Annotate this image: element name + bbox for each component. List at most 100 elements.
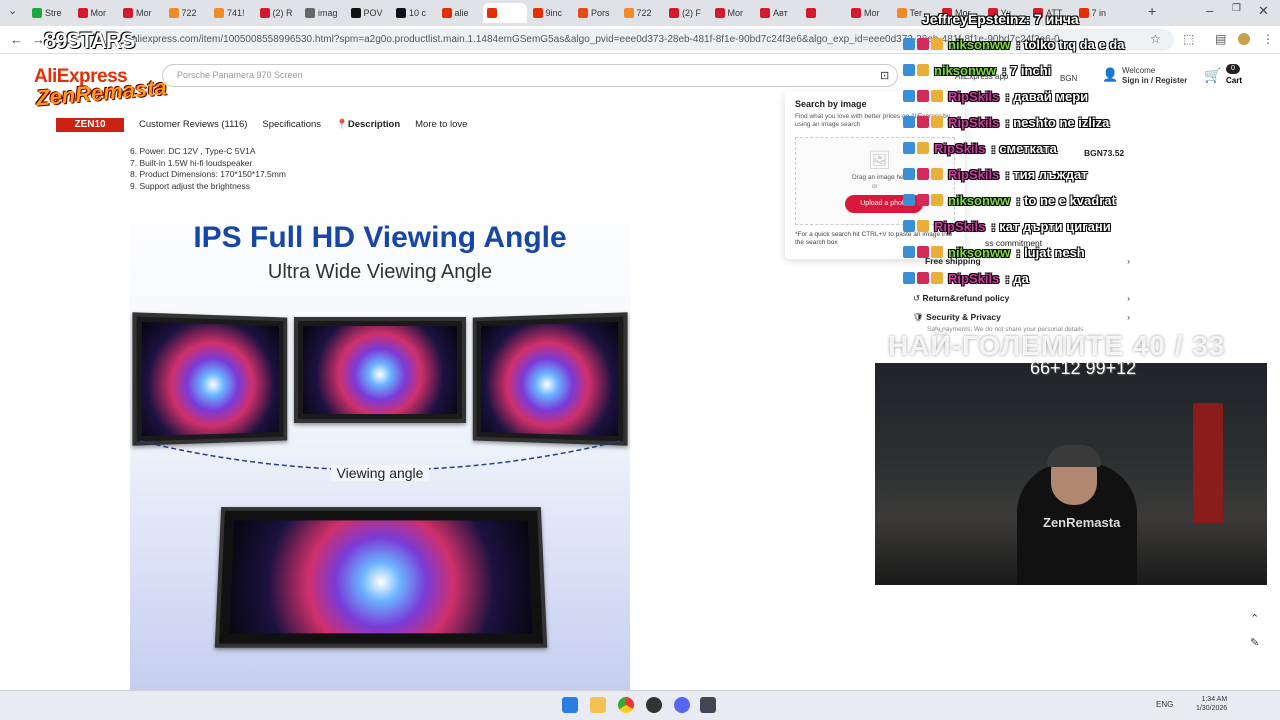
scroll-top-icon[interactable]: ⌃ bbox=[1250, 612, 1259, 625]
tab-favicon-icon bbox=[669, 8, 679, 18]
chat-message: RipSkils: давай мери bbox=[903, 86, 1088, 106]
browser-tab[interactable]: 722 bbox=[620, 3, 664, 23]
browser-tab[interactable]: imag bbox=[301, 3, 345, 23]
security-row[interactable]: 🛡 Security & Privacy › bbox=[905, 312, 1130, 323]
tab-search-icon[interactable]: ⌄ bbox=[8, 4, 17, 17]
chat-text: : to ne e kvadrat bbox=[1016, 192, 1116, 208]
tab-label: (2) F bbox=[682, 8, 701, 18]
tab-label: alie bbox=[454, 8, 469, 18]
minimize-button[interactable]: – bbox=[1206, 3, 1213, 18]
browser-tab[interactable] bbox=[802, 3, 846, 23]
tab-label: POV bbox=[363, 8, 383, 18]
chat-badge-icon bbox=[903, 168, 915, 180]
start-icon[interactable] bbox=[562, 697, 578, 713]
chat-username: niksonww bbox=[948, 36, 1011, 52]
browser-tab[interactable]: (2) F bbox=[665, 3, 709, 23]
product-nav: Customer Reviews (1116) Specifications 📍… bbox=[139, 119, 467, 130]
tab-label: Stre bbox=[45, 8, 62, 18]
file-explorer-icon[interactable] bbox=[590, 697, 606, 713]
browser-tab[interactable]: Mor bbox=[847, 3, 891, 23]
popup-title: Search by image bbox=[795, 99, 867, 109]
tab-label: 722 bbox=[181, 8, 197, 18]
chat-badge-icon bbox=[931, 116, 943, 128]
chrome-icon[interactable] bbox=[618, 697, 634, 713]
tab-customer-reviews[interactable]: Customer Reviews (1116) bbox=[139, 119, 247, 130]
chat-badge-icon bbox=[917, 116, 929, 128]
browser-tab[interactable]: alie bbox=[438, 3, 482, 23]
tab-label: Mor bbox=[90, 8, 107, 18]
chat-badge-icon bbox=[931, 194, 943, 206]
edit-icon[interactable]: ✎ bbox=[1250, 636, 1259, 649]
close-window-button[interactable]: ✕ bbox=[1258, 3, 1269, 19]
chat-overlay: niksonww: tolko trq da e da niksonww: 7 i… bbox=[903, 34, 1280, 294]
tab-favicon-icon bbox=[77, 8, 88, 18]
chat-message: niksonww: 7 inchi bbox=[903, 60, 1051, 80]
return-policy-row[interactable]: ↺ Return&refund policy › bbox=[905, 293, 1130, 304]
browser-tab[interactable]: Mor bbox=[119, 3, 163, 23]
tab-favicon-icon bbox=[532, 8, 543, 18]
overlay-score: 66+12 99+12 bbox=[1030, 358, 1137, 378]
browser-tab[interactable]: (2) R bbox=[256, 3, 300, 23]
clock-date: 1/30/2026 bbox=[1196, 705, 1228, 712]
chat-text: : lujat nesh bbox=[1016, 244, 1085, 260]
back-icon[interactable]: ← bbox=[10, 32, 23, 47]
chat-badge-icon bbox=[917, 194, 929, 206]
new-tab-button[interactable]: + bbox=[1148, 3, 1156, 19]
tab-favicon-icon bbox=[396, 8, 406, 18]
monitor-center bbox=[294, 317, 466, 423]
viewing-angle-label: Viewing angle bbox=[130, 465, 630, 481]
chat-badge-icon bbox=[903, 116, 915, 128]
stars-logo: 89STARS bbox=[44, 28, 135, 53]
obs-icon[interactable] bbox=[646, 697, 662, 713]
spec-line: 7. Built-in 1.5W hi-fi loudspeaker bbox=[130, 157, 253, 168]
browser-tab[interactable]: 10 c bbox=[392, 3, 436, 23]
maximize-button[interactable]: ❐ bbox=[1232, 3, 1241, 14]
chat-badge-icon bbox=[903, 90, 915, 102]
tab-favicon-icon bbox=[441, 8, 452, 18]
browser-tab[interactable]: 9inc bbox=[529, 3, 573, 23]
chat-text: : 7 инча bbox=[1025, 11, 1079, 27]
search-input[interactable]: Porsche Panamera 970 Screen bbox=[162, 64, 898, 87]
background-lift bbox=[1193, 403, 1223, 523]
browser-tab[interactable]: Stre bbox=[28, 3, 72, 23]
browser-tab[interactable]: 722 bbox=[165, 3, 209, 23]
chat-text: : neshto ne izliza bbox=[1005, 114, 1110, 130]
tab-favicon-icon bbox=[623, 8, 634, 18]
browser-tab[interactable]: 7 in bbox=[1075, 3, 1119, 23]
tab-favicon-icon bbox=[760, 8, 770, 18]
chat-message: niksonww: tolko trq da e da bbox=[903, 34, 1124, 54]
chat-badge-icon bbox=[903, 272, 915, 284]
tab-description[interactable]: 📍Description bbox=[336, 119, 400, 130]
camera-search-icon[interactable]: ⊡ bbox=[880, 69, 889, 82]
chat-badge-icon bbox=[903, 142, 915, 154]
tab-specifications[interactable]: Specifications bbox=[262, 119, 321, 130]
tab-favicon-icon bbox=[259, 8, 270, 18]
or-text: or bbox=[872, 184, 878, 190]
browser-tab[interactable]: 741! bbox=[210, 3, 254, 23]
calculator-icon[interactable] bbox=[700, 697, 716, 713]
browser-tab[interactable]: POV bbox=[347, 3, 391, 23]
chat-username: RipSkils bbox=[934, 218, 986, 234]
discord-icon[interactable] bbox=[674, 697, 690, 713]
tab-label: Авт bbox=[773, 8, 788, 18]
browser-tab[interactable]: Pors bbox=[574, 3, 618, 23]
tab-more-to-love[interactable]: More to love bbox=[415, 119, 467, 130]
spec-line: 8. Product Dimensions: 170*150*17.5mm bbox=[130, 169, 286, 179]
browser-tab[interactable]: Mor bbox=[74, 3, 118, 23]
chat-message: RipSkils: neshto ne izliza bbox=[903, 112, 1109, 132]
tray-language[interactable]: ENG bbox=[1156, 700, 1173, 709]
image-headline: IPS Full HD Viewing Angle bbox=[193, 221, 567, 254]
shield-icon: 🛡 Security & Privacy bbox=[913, 312, 1001, 322]
chat-badge-icon bbox=[931, 272, 943, 284]
chat-text: : тия лъждат bbox=[1005, 166, 1088, 182]
clock[interactable]: 1:34 AM 1/30/2026 bbox=[1196, 695, 1227, 713]
chat-badge-icon bbox=[917, 38, 929, 50]
zen10-badge: ZEN10 bbox=[56, 118, 124, 132]
browser-tab[interactable]: Авт bbox=[756, 3, 800, 23]
chat-message: RipSkils: кат дърти цигани bbox=[903, 216, 1111, 236]
monitor-front bbox=[214, 507, 548, 648]
browser-tab[interactable]: Mor bbox=[711, 3, 755, 23]
browser-tab[interactable] bbox=[483, 3, 527, 23]
chat-username: RipSkils bbox=[948, 166, 1000, 182]
tab-favicon-icon bbox=[168, 8, 179, 18]
